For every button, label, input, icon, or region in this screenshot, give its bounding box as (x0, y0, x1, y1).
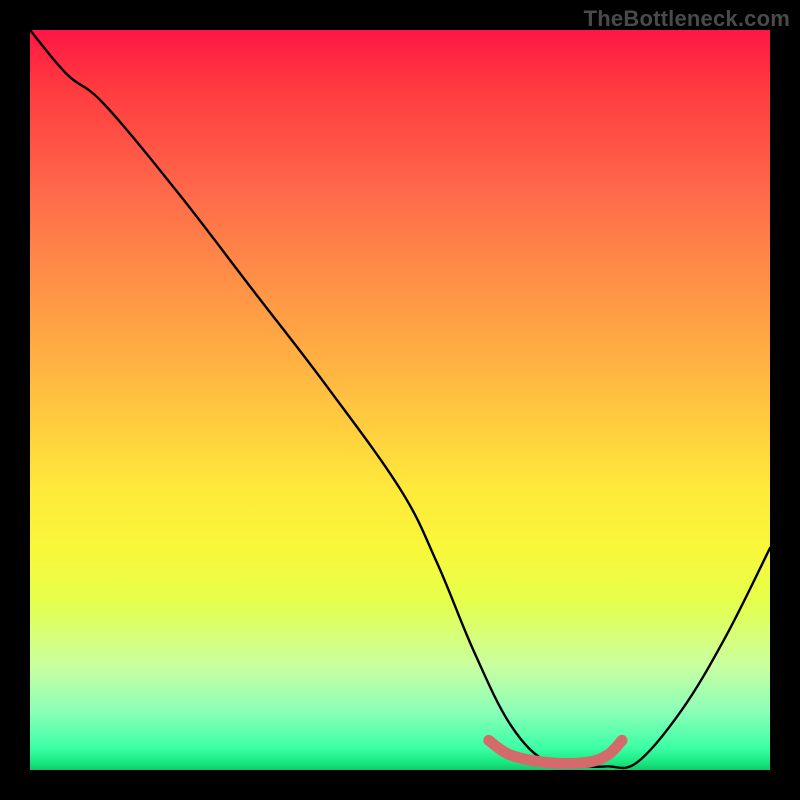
optimal-range-marker-path (489, 740, 622, 763)
plot-area (30, 30, 770, 770)
chart-container: TheBottleneck.com (0, 0, 800, 800)
watermark-text: TheBottleneck.com (584, 6, 790, 32)
bottleneck-curve-path (30, 30, 770, 768)
curve-svg (30, 30, 770, 770)
